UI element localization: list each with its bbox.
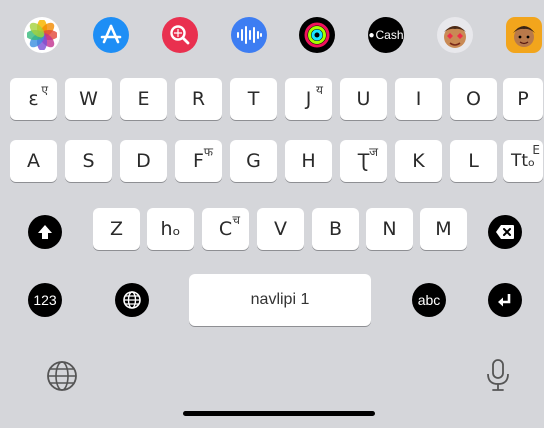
key-h-subscript[interactable]: hₒ [147, 208, 194, 250]
space-key-label: navlipi 1 [250, 291, 310, 308]
key-l[interactable]: L [450, 140, 497, 182]
key-w[interactable]: W [65, 78, 112, 120]
globe-icon [47, 361, 77, 391]
key-r[interactable]: R [175, 78, 222, 120]
cash-label: Cash [375, 28, 404, 42]
globe-button[interactable] [46, 360, 78, 392]
globe-key[interactable] [115, 283, 149, 317]
numbers-key[interactable]: 123 [28, 283, 62, 317]
abc-key-label: abc [417, 292, 441, 308]
key-d[interactable]: D [120, 140, 167, 182]
return-key[interactable] [488, 283, 522, 317]
key-o[interactable]: O [450, 78, 497, 120]
delete-key[interactable] [488, 215, 522, 249]
key-u[interactable]: U [340, 78, 387, 120]
key-j[interactable]: J य [285, 78, 332, 120]
apple-logo-icon: ● [368, 29, 375, 41]
key-i[interactable]: I [395, 78, 442, 120]
key-f[interactable]: F फ [175, 140, 222, 182]
memoji-stickers-app-icon[interactable] [437, 17, 473, 53]
globe-icon [123, 291, 141, 309]
shift-key[interactable] [28, 215, 62, 249]
key-b[interactable]: B [312, 208, 359, 250]
key-retroflex-t[interactable]: Ʈ ज [340, 140, 387, 182]
shift-icon [38, 225, 52, 239]
space-key[interactable]: navlipi 1 [189, 274, 371, 326]
key-c[interactable]: C च [202, 208, 249, 250]
key-m[interactable]: M [420, 208, 467, 250]
key-k[interactable]: K [395, 140, 442, 182]
microphone-icon [487, 359, 509, 391]
key-v[interactable]: V [257, 208, 304, 250]
key-p[interactable]: P [503, 78, 543, 120]
audio-app-icon[interactable] [231, 17, 267, 53]
home-indicator[interactable] [183, 411, 375, 416]
delete-icon [496, 225, 514, 239]
fitness-app-icon[interactable] [299, 17, 335, 53]
key-s[interactable]: S [65, 140, 112, 182]
key-a[interactable]: A [10, 140, 57, 182]
memoji-app-icon[interactable] [506, 17, 542, 53]
screen-edge [544, 0, 548, 428]
numbers-key-label: 123 [33, 292, 57, 308]
key-g[interactable]: G [230, 140, 277, 182]
key-epsilon[interactable]: ɛ ए [10, 78, 57, 120]
key-n[interactable]: N [366, 208, 413, 250]
key-t[interactable]: T [230, 78, 277, 120]
image-search-app-icon[interactable] [162, 17, 198, 53]
key-h[interactable]: H [285, 140, 332, 182]
dictation-button[interactable] [484, 358, 512, 394]
key-tt[interactable]: Ttₒ E [503, 140, 543, 182]
cash-app-icon[interactable]: ● Cash [368, 17, 404, 53]
app-store-app-icon[interactable] [93, 17, 129, 53]
return-icon [498, 294, 511, 307]
abc-key[interactable]: abc [412, 283, 446, 317]
key-z[interactable]: Z [93, 208, 140, 250]
app-suggestion-strip: ● Cash [0, 0, 548, 70]
photos-app-icon[interactable] [24, 17, 60, 53]
key-e[interactable]: E [120, 78, 167, 120]
